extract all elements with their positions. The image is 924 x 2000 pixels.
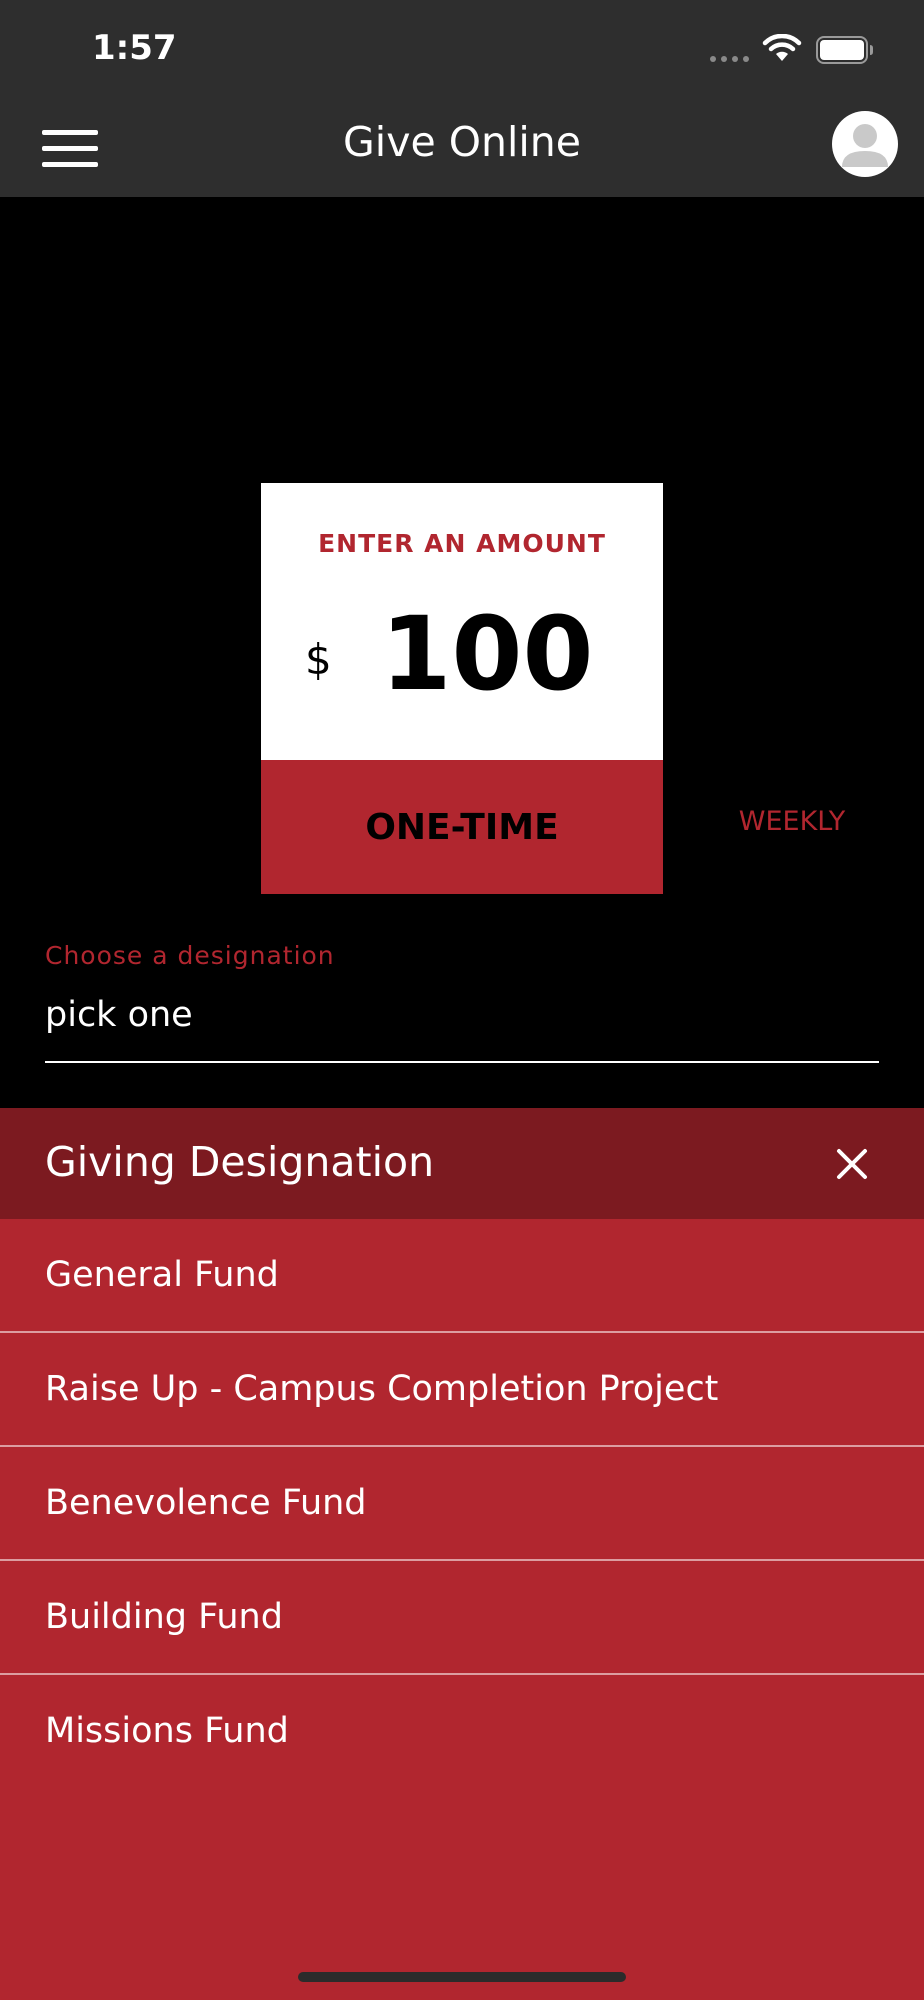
wifi-icon xyxy=(762,34,802,61)
amount-label: ENTER AN AMOUNT xyxy=(318,529,606,558)
designation-picker-list: General Fund Raise Up - Campus Completio… xyxy=(0,1219,924,2000)
battery-icon xyxy=(816,36,873,64)
designation-option-general-fund[interactable]: General Fund xyxy=(0,1219,924,1333)
home-indicator xyxy=(298,1972,626,1982)
user-avatar-icon[interactable] xyxy=(832,111,898,177)
give-online-screen: 1:57 Give Online ENTER AN AMOUNT $ 100 O… xyxy=(0,0,924,2000)
person-silhouette-icon xyxy=(842,124,888,167)
status-time: 1:57 xyxy=(92,28,177,68)
designation-option-building-fund[interactable]: Building Fund xyxy=(0,1561,924,1675)
designation-option-benevolence-fund[interactable]: Benevolence Fund xyxy=(0,1447,924,1561)
amount-card: ENTER AN AMOUNT $ xyxy=(261,483,663,760)
designation-option-missions-fund[interactable]: Missions Fund xyxy=(0,1675,924,1787)
currency-symbol: $ xyxy=(305,635,332,684)
close-icon[interactable] xyxy=(826,1138,878,1190)
page-title: Give Online xyxy=(343,118,581,166)
one-time-frequency-tab[interactable]: ONE-TIME xyxy=(261,760,663,894)
designation-field-underline xyxy=(45,1061,879,1063)
weekly-frequency-tab[interactable]: WEEKLY xyxy=(700,806,884,850)
designation-field-label: Choose a designation xyxy=(45,941,335,970)
cellular-signal-icon xyxy=(710,56,749,62)
status-bar: 1:57 xyxy=(0,0,924,100)
amount-input[interactable] xyxy=(357,598,617,710)
designation-picker-header: Giving Designation xyxy=(0,1108,924,1219)
designation-picker-title: Giving Designation xyxy=(45,1138,435,1186)
nav-header: Give Online xyxy=(0,100,924,197)
designation-field[interactable]: pick one xyxy=(45,995,193,1035)
designation-option-raise-up[interactable]: Raise Up - Campus Completion Project xyxy=(0,1333,924,1447)
